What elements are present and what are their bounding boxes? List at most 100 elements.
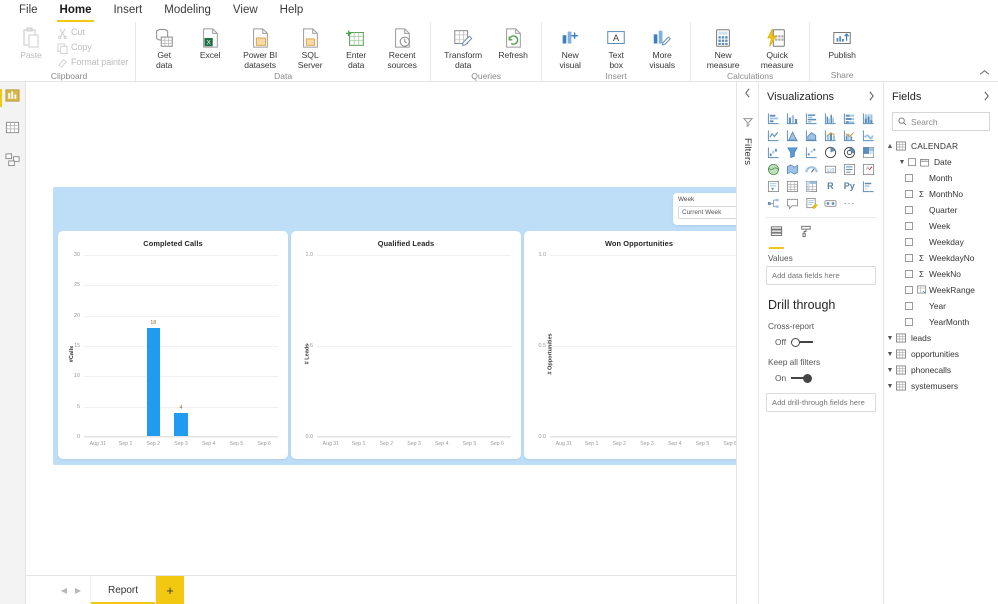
copy-button[interactable]: Copy (54, 41, 130, 55)
cross-report-toggle[interactable] (791, 337, 814, 347)
bar-slot[interactable]: 18 (139, 255, 167, 437)
paginated-report-icon[interactable] (822, 195, 840, 211)
multi-row-card-icon[interactable] (840, 161, 858, 177)
new-visual-button[interactable]: New visual (547, 24, 593, 72)
decomposition-tree-icon[interactable] (765, 195, 783, 211)
chevron-right-icon[interactable]: ▶ (72, 586, 84, 595)
field-checkbox[interactable] (905, 174, 913, 182)
chevron-down-icon[interactable]: ▼ (884, 351, 896, 358)
bar-slot[interactable] (400, 255, 428, 437)
bar-slot[interactable] (716, 255, 736, 437)
bar-sep-2[interactable]: 18 (146, 320, 160, 437)
scatter-chart-icon[interactable] (803, 144, 821, 160)
python-visual-icon[interactable]: Py (840, 178, 858, 194)
field-checkbox[interactable] (905, 254, 913, 262)
chevron-left-icon[interactable]: ◀ (58, 586, 70, 595)
bar-slot[interactable] (550, 255, 578, 437)
fields-item-year[interactable]: Year (884, 298, 998, 314)
new-measure-button[interactable]: New measure (696, 24, 750, 72)
week-slicer[interactable]: Week Current Week (673, 193, 736, 225)
sidebar-item-data-view[interactable] (1, 118, 25, 142)
ribbon-tab-view[interactable]: View (222, 1, 269, 21)
sidebar-item-report-view[interactable] (0, 86, 25, 110)
keep-all-filters-toggle-row[interactable]: On (759, 370, 883, 389)
drill-through-dropzone[interactable]: Add drill-through fields here (766, 393, 876, 412)
more-visuals-button[interactable]: More visuals (639, 24, 685, 72)
field-checkbox[interactable] (905, 270, 913, 278)
chevron-down-icon[interactable]: ▼ (884, 383, 896, 390)
cross-report-toggle-row[interactable]: Off (759, 334, 883, 353)
ribbon-tab-insert[interactable]: Insert (102, 1, 153, 21)
fields-tab[interactable] (769, 224, 784, 249)
line-clustered-column-icon[interactable] (840, 127, 858, 143)
bar-slot[interactable] (195, 255, 223, 437)
pie-chart-icon[interactable] (822, 144, 840, 160)
field-checkbox[interactable] (905, 318, 913, 326)
line-stacked-column-icon[interactable] (822, 127, 840, 143)
chevron-right-icon[interactable] (983, 91, 990, 103)
chevron-down-icon[interactable]: ▼ (884, 335, 896, 342)
bar-slot[interactable] (250, 255, 278, 437)
values-dropzone[interactable]: Add data fields here (766, 266, 876, 285)
100-stacked-column-chart-icon[interactable] (859, 110, 877, 126)
funnel-chart-icon[interactable] (784, 144, 802, 160)
fields-item-yearmonth[interactable]: YearMonth (884, 314, 998, 330)
ribbon-tab-file[interactable]: File (8, 1, 49, 21)
chevron-down-icon[interactable]: ▼ (896, 159, 908, 166)
chart-completed-calls[interactable]: Completed Calls #Calls 30 25 20 15 10 5 … (58, 231, 288, 459)
fields-table-leads[interactable]: ▼ leads (884, 330, 998, 346)
slicer-icon[interactable] (765, 178, 783, 194)
enter-data-button[interactable]: Enter data (333, 24, 379, 72)
bar-slot[interactable] (223, 255, 251, 437)
key-influencers-icon[interactable] (859, 178, 877, 194)
bar-sep-3[interactable]: 4 (174, 405, 188, 437)
sql-server-button[interactable]: SQL Server (287, 24, 333, 72)
chevron-up-icon[interactable]: ▲ (884, 143, 896, 150)
sidebar-item-model-view[interactable] (1, 150, 25, 174)
filters-pane-collapsed[interactable]: Filters (736, 82, 758, 604)
search-input[interactable]: Search (892, 112, 990, 131)
get-data-button[interactable]: Get data (141, 24, 187, 72)
text-box-button[interactable]: A Text box (593, 24, 639, 72)
fields-item-weekno[interactable]: Σ WeekNo (884, 266, 998, 282)
fields-table-systemusers[interactable]: ▼ systemusers (884, 378, 998, 394)
smart-narrative-icon[interactable] (803, 195, 821, 211)
waterfall-chart-icon[interactable] (765, 144, 783, 160)
stacked-column-chart-icon[interactable] (784, 110, 802, 126)
recent-sources-button[interactable]: Recent sources (379, 24, 425, 72)
field-checkbox[interactable] (905, 190, 913, 198)
fields-item-month[interactable]: Month (884, 170, 998, 186)
bar-slot[interactable] (605, 255, 633, 437)
bar-slot[interactable] (112, 255, 140, 437)
bar-slot[interactable] (633, 255, 661, 437)
line-chart-icon[interactable] (765, 127, 783, 143)
quick-measure-button[interactable]: Quick measure (750, 24, 804, 72)
stacked-bar-chart-icon[interactable] (765, 110, 783, 126)
bar-slot[interactable] (345, 255, 373, 437)
more-options-icon[interactable]: ··· (840, 195, 858, 211)
chevron-down-icon[interactable]: ▼ (884, 367, 896, 374)
chevron-left-icon[interactable] (744, 88, 751, 100)
chevron-right-icon[interactable] (868, 91, 875, 103)
bar-slot[interactable] (483, 255, 511, 437)
fields-item-date[interactable]: ▼ Date (884, 154, 998, 170)
cut-button[interactable]: Cut (54, 26, 130, 40)
field-checkbox[interactable] (905, 206, 913, 214)
card-icon[interactable]: 123 (822, 161, 840, 177)
chart-won-opportunities[interactable]: Won Opportunities # Opportunities 1.0 0.… (524, 231, 736, 459)
field-checkbox[interactable] (908, 158, 916, 166)
week-slicer-dropdown[interactable]: Current Week (678, 206, 736, 219)
bar-slot[interactable] (578, 255, 606, 437)
bar-slot[interactable] (428, 255, 456, 437)
fields-item-weekrange[interactable]: WeekRange (884, 282, 998, 298)
ribbon-tab-modeling[interactable]: Modeling (153, 1, 222, 21)
ribbon-chart-icon[interactable] (859, 127, 877, 143)
powerbi-datasets-button[interactable]: Power BI datasets (233, 24, 287, 72)
treemap-icon[interactable] (859, 144, 877, 160)
filled-map-icon[interactable] (784, 161, 802, 177)
r-script-visual-icon[interactable]: R (822, 178, 840, 194)
ribbon-collapse-button[interactable] (979, 68, 990, 79)
stacked-area-chart-icon[interactable] (803, 127, 821, 143)
bar-slot[interactable] (84, 255, 112, 437)
report-canvas[interactable]: Week Current Week Completed Calls #Calls… (26, 82, 736, 604)
